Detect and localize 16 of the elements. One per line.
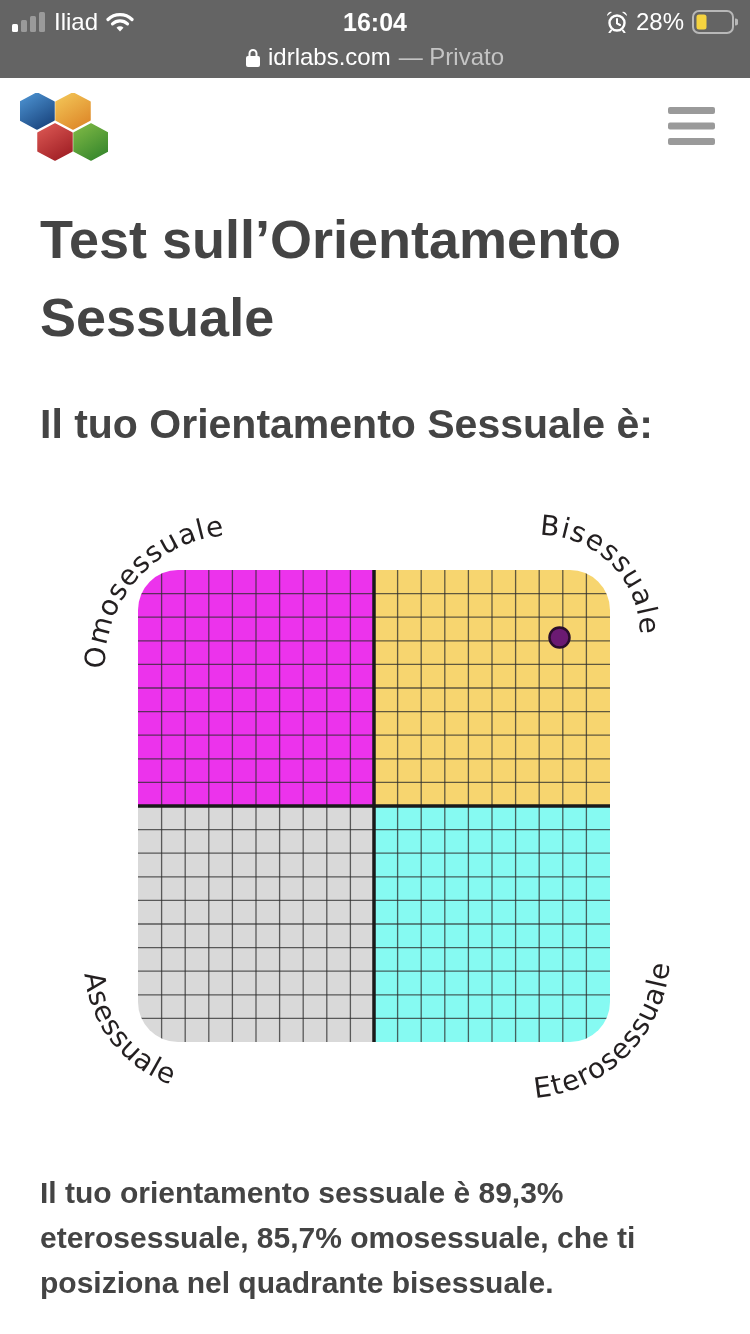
clock-time: 16:04 xyxy=(343,9,407,35)
battery-percent: 28% xyxy=(635,10,684,34)
carrier-name: Iliad xyxy=(54,10,99,34)
signal-strength-icon xyxy=(12,12,46,32)
alarm-clock-icon xyxy=(605,11,628,33)
site-address: idrlabs.com xyxy=(267,45,391,69)
browsing-mode: — Privato xyxy=(398,45,505,69)
lock-icon xyxy=(245,47,260,67)
battery-icon xyxy=(692,10,738,34)
menu-icon xyxy=(668,107,715,145)
result-heading: Il tuo Orientamento Sessuale è: xyxy=(39,400,654,449)
wifi-icon xyxy=(106,12,135,32)
hexagon-logo-icon[interactable] xyxy=(20,93,108,161)
result-description: Il tuo orientamento sessuale è 89,3% eterosessuale, 85,7% omosessuale, che ti posiziona nel quadrante bisessuale. xyxy=(39,1175,637,1301)
page-title: Test sull’Orientamento Sessuale xyxy=(39,208,623,349)
menu-button[interactable] xyxy=(668,107,715,145)
